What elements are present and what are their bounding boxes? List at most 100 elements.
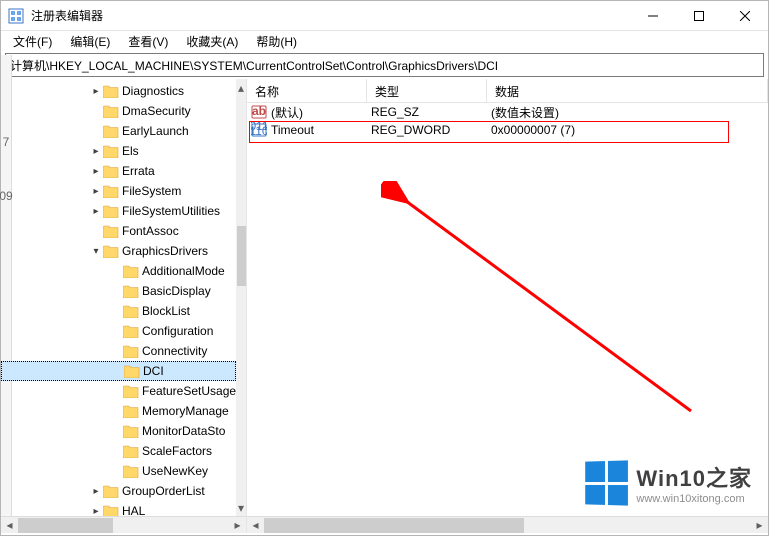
- tree-item-label: FontAssoc: [122, 224, 179, 238]
- menu-file[interactable]: 文件(F): [5, 31, 60, 52]
- tree-item[interactable]: ▾ GraphicsDrivers: [1, 241, 236, 261]
- value-type-icon: 011110: [251, 122, 267, 138]
- column-type[interactable]: 类型: [367, 79, 487, 102]
- tree-item-label: Diagnostics: [122, 84, 184, 98]
- scroll-right-arrow[interactable]: ▸: [751, 517, 768, 534]
- folder-icon: [103, 504, 119, 516]
- tree-item[interactable]: ▸FileSystemUtilities: [1, 201, 236, 221]
- values-pane: 名称 类型 数据 ab(默认)REG_SZ(数值未设置)011110 Timeou…: [247, 79, 768, 533]
- expand-chevron-icon[interactable]: ▸: [89, 146, 103, 157]
- scroll-thumb[interactable]: [264, 518, 524, 533]
- value-type-icon: ab: [251, 104, 267, 120]
- value-row[interactable]: 011110TimeoutREG_DWORD0x00000007 (7): [247, 121, 768, 139]
- menubar: 文件(F) 编辑(E) 查看(V) 收藏夹(A) 帮助(H): [1, 31, 768, 51]
- folder-icon: [123, 424, 139, 438]
- tree-item[interactable]: ▸Errata: [1, 161, 236, 181]
- menu-view[interactable]: 查看(V): [120, 31, 176, 52]
- folder-icon: [103, 184, 119, 198]
- folder-icon: [103, 244, 119, 258]
- expand-chevron-icon[interactable]: ▸: [89, 86, 103, 97]
- folder-icon: [103, 164, 119, 178]
- tree-item[interactable]: ▸ FileSystem: [1, 181, 236, 201]
- menu-favorites[interactable]: 收藏夹(A): [178, 31, 246, 52]
- folder-icon: [103, 484, 119, 498]
- tree-item[interactable]: BasicDisplay: [1, 281, 236, 301]
- app-icon: [8, 8, 24, 24]
- folder-icon: [103, 224, 119, 238]
- window-title: 注册表编辑器: [31, 7, 630, 24]
- tree-item-label: Connectivity: [142, 344, 207, 358]
- folder-icon: [123, 384, 139, 398]
- tree-item[interactable]: ▸ Els: [1, 141, 236, 161]
- values-horizontal-scrollbar[interactable]: ◂ ▸: [247, 516, 768, 533]
- tree-item[interactable]: AdditionalMode: [1, 261, 236, 281]
- address-text: 计算机\HKEY_LOCAL_MACHINE\SYSTEM\CurrentCon…: [10, 57, 498, 74]
- scroll-thumb[interactable]: [18, 518, 113, 533]
- tree-item[interactable]: FeatureSetUsage: [1, 381, 236, 401]
- tree-horizontal-scrollbar[interactable]: ◂ ▸: [1, 516, 246, 533]
- value-name: Timeout: [271, 123, 314, 137]
- folder-icon: [123, 404, 139, 418]
- expand-chevron-icon[interactable]: ▸: [89, 506, 103, 517]
- column-data[interactable]: 数据: [487, 79, 768, 102]
- expand-chevron-icon[interactable]: ▸: [89, 486, 103, 497]
- folder-icon: [103, 84, 119, 98]
- menu-edit[interactable]: 编辑(E): [62, 31, 118, 52]
- scroll-thumb[interactable]: [237, 226, 246, 286]
- tree-item-label: FileSystem: [122, 184, 181, 198]
- tree-item-label: MemoryManage: [142, 404, 229, 418]
- folder-icon: [123, 444, 139, 458]
- tree-item[interactable]: ▸ HAL: [1, 501, 236, 516]
- minimize-button[interactable]: [630, 1, 676, 31]
- folder-icon: [103, 144, 119, 158]
- folder-icon: [123, 284, 139, 298]
- tree-item[interactable]: ▸GroupOrderList: [1, 481, 236, 501]
- expand-chevron-icon[interactable]: ▸: [89, 166, 103, 177]
- value-data: 0x00000007 (7): [487, 123, 768, 137]
- maximize-button[interactable]: [676, 1, 722, 31]
- menu-help[interactable]: 帮助(H): [248, 31, 305, 52]
- tree-item-label: HAL: [122, 504, 145, 516]
- tree-item[interactable]: FontAssoc: [1, 221, 236, 241]
- scroll-left-arrow[interactable]: ◂: [1, 517, 18, 534]
- tree-item[interactable]: ▸ Diagnostics: [1, 81, 236, 101]
- tree-item[interactable]: MonitorDataSto: [1, 421, 236, 441]
- tree-item-label: GraphicsDrivers: [122, 244, 208, 258]
- expand-chevron-icon[interactable]: ▸: [89, 206, 103, 217]
- tree-item-label: ScaleFactors: [142, 444, 212, 458]
- expand-chevron-icon[interactable]: ▸: [89, 186, 103, 197]
- expand-chevron-icon[interactable]: ▾: [89, 246, 103, 257]
- scroll-left-arrow[interactable]: ◂: [247, 517, 264, 534]
- tree-vertical-scrollbar[interactable]: ▴ ▾: [236, 79, 246, 516]
- folder-icon: [123, 304, 139, 318]
- scroll-up-arrow[interactable]: ▴: [236, 79, 246, 96]
- tree-item-label: DCI: [143, 364, 164, 378]
- tree-item[interactable]: BlockList: [1, 301, 236, 321]
- titlebar: 注册表编辑器: [1, 1, 768, 31]
- value-row[interactable]: ab(默认)REG_SZ(数值未设置): [247, 103, 768, 121]
- tree-item[interactable]: Connectivity: [1, 341, 236, 361]
- tree-pane: ▸ Diagnostics DmaSecurity EarlyLaunch ▸ Els ▸E…: [1, 79, 247, 533]
- folder-icon: [123, 344, 139, 358]
- column-name[interactable]: 名称: [247, 79, 367, 102]
- tree-item-label: DmaSecurity: [122, 104, 191, 118]
- main-area: ▸ Diagnostics DmaSecurity EarlyLaunch ▸ Els ▸E…: [1, 79, 768, 533]
- scroll-right-arrow[interactable]: ▸: [229, 517, 246, 534]
- tree-item[interactable]: EarlyLaunch: [1, 121, 236, 141]
- registry-tree[interactable]: ▸ Diagnostics DmaSecurity EarlyLaunch ▸ Els ▸E…: [1, 79, 236, 516]
- tree-item[interactable]: MemoryManage: [1, 401, 236, 421]
- tree-item[interactable]: DCI: [1, 361, 236, 381]
- address-bar[interactable]: 计算机\HKEY_LOCAL_MACHINE\SYSTEM\CurrentCon…: [5, 53, 764, 77]
- tree-item[interactable]: DmaSecurity: [1, 101, 236, 121]
- scroll-down-arrow[interactable]: ▾: [236, 499, 246, 516]
- values-list[interactable]: ab(默认)REG_SZ(数值未设置)011110TimeoutREG_DWOR…: [247, 103, 768, 516]
- tree-item-label: Els: [122, 144, 139, 158]
- folder-icon: [103, 104, 119, 118]
- values-header: 名称 类型 数据: [247, 79, 768, 103]
- tree-item[interactable]: Configuration: [1, 321, 236, 341]
- tree-item[interactable]: ScaleFactors: [1, 441, 236, 461]
- tree-item-label: UseNewKey: [142, 464, 208, 478]
- close-button[interactable]: [722, 1, 768, 31]
- tree-item[interactable]: UseNewKey: [1, 461, 236, 481]
- svg-text:110: 110: [251, 124, 267, 138]
